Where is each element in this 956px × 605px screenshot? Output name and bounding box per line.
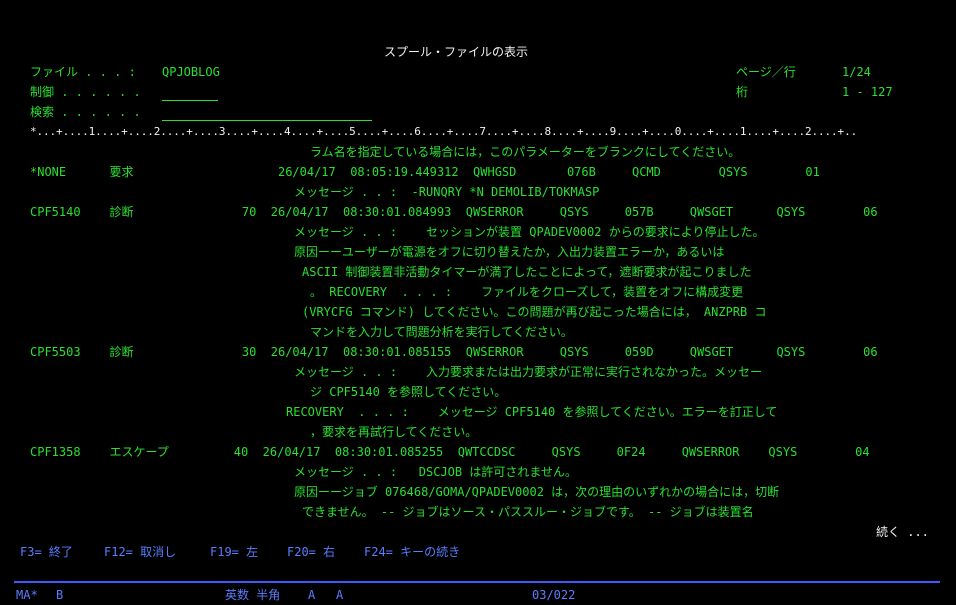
log-line: CPF5503 診断 30 26/04/17 08:30:01.085155 Q… <box>30 345 878 359</box>
f19-left-key[interactable]: F19= 左 <box>210 542 258 562</box>
log-line: できません。 -- ジョブはソース・パススルー・ジョブです。 -- ジョブは装置… <box>302 505 754 519</box>
log-line: ジ CPF5140 を参照してください。 <box>310 385 507 399</box>
input-mode: 英数 半角 <box>225 588 281 602</box>
more-indicator: 続く ... <box>876 525 929 539</box>
f3-exit-key[interactable]: F3= 終了 <box>20 542 73 562</box>
cursor-position: 03/022 <box>532 588 576 602</box>
log-line: ラム名を指定している場合には，このパラメーターをブランクにしてください。 <box>310 145 741 159</box>
log-line: CPF1358 エスケープ 40 26/04/17 08:30:01.08525… <box>30 445 870 459</box>
page-title: スプール・ファイルの表示 <box>384 45 529 59</box>
log-line: RECOVERY . . . : メッセージ CPF5140 を参照してください… <box>286 405 778 419</box>
column-label: 桁 <box>736 85 749 99</box>
search-input[interactable] <box>162 120 372 121</box>
log-line: 原因ーージョブ 076468/GOMA/QPADEV0002 は，次の理由のいず… <box>294 485 780 499</box>
status-flag: A <box>308 588 316 602</box>
log-line: 。 RECOVERY . . . : ファイルをクローズして，装置をオフに構成変… <box>310 285 744 299</box>
f20-right-key[interactable]: F20= 右 <box>287 542 335 562</box>
page-line-value: 1/24 <box>842 65 871 79</box>
f24-more-keys-key[interactable]: F24= キーの続き <box>364 542 460 562</box>
search-label: 検索 . . . . . . <box>30 105 141 119</box>
log-line: メッセージ . . : DSCJOB は許可されません。 <box>294 465 577 479</box>
log-line: マンドを入力して問題分析を実行してください。 <box>310 325 573 339</box>
log-line: (VRYCFG コマンド) してください。この問題が再び起こった場合には， AN… <box>302 305 767 319</box>
log-line: メッセージ . . : -RUNQRY *N DEMOLIB/TOKMASP <box>294 185 600 199</box>
file-label: ファイル . . . : <box>30 65 136 79</box>
log-line: ，要求を再試行してください。 <box>310 425 478 439</box>
log-line: *NONE 要求 26/04/17 08:05:19.449312 QWHGSD… <box>30 165 820 179</box>
control-input[interactable] <box>162 100 218 101</box>
file-value: QPJOBLOG <box>162 65 220 79</box>
column-value: 1 - 127 <box>842 85 893 99</box>
f12-cancel-key[interactable]: F12= 取消し <box>104 542 176 562</box>
log-line: メッセージ . . : 入力要求または出力要求が正常に実行されなかった。メッセー <box>294 365 763 379</box>
log-line: ASCII 制御装置非活動タイマーが満了したことによって，遮断要求が起こりました <box>302 265 752 279</box>
control-label: 制御 . . . . . . <box>30 85 141 99</box>
page-line-label: ページ／行 <box>736 65 796 79</box>
status-divider <box>14 581 940 583</box>
log-line: 原因ーーユーザーが電源をオフに切り替えたか，入出力装置エラーか，あるいは <box>294 245 725 259</box>
log-line: メッセージ . . : セッションが装置 QPADEV0002 からの要求により… <box>294 225 765 239</box>
status-flag: A <box>336 588 344 602</box>
status-indicator: B <box>56 588 64 602</box>
column-ruler: *...+....1....+....2....+....3....+....4… <box>30 125 858 138</box>
session-indicator: MA* <box>16 588 38 602</box>
log-line: CPF5140 診断 70 26/04/17 08:30:01.084993 Q… <box>30 205 878 219</box>
terminal-screen[interactable]: スプール・ファイルの表示 ファイル . . . : QPJOBLOG 制御 . … <box>0 0 956 602</box>
